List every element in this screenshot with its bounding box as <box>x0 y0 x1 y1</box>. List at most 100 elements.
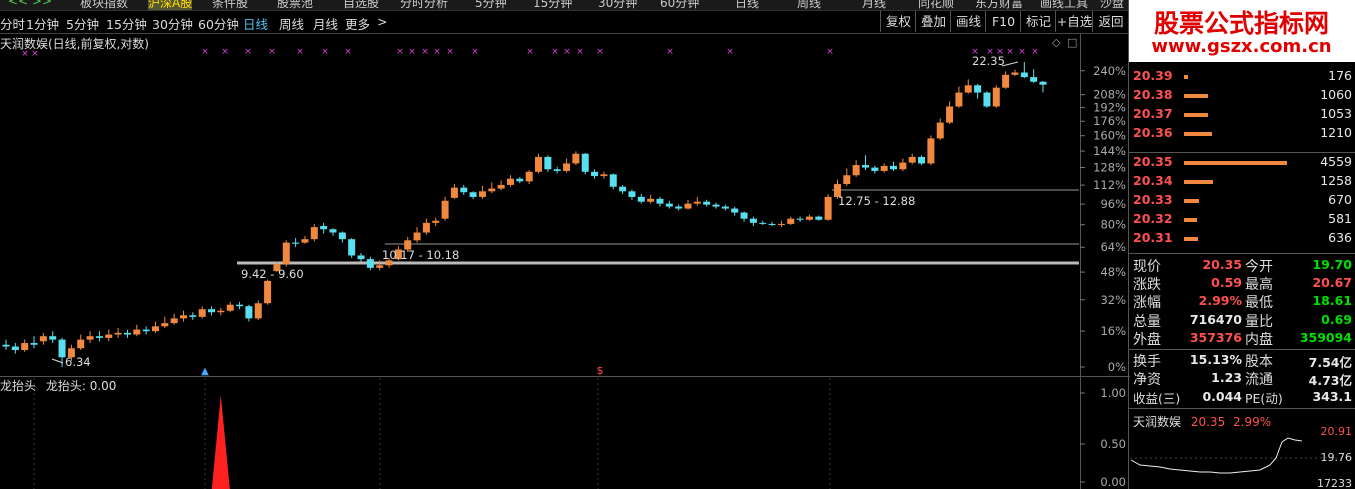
stat-value: 343.1 <box>1312 389 1352 404</box>
candle-body <box>721 206 729 209</box>
cross-marker: × <box>666 47 674 57</box>
order-book-row[interactable]: 20.39 176 <box>1130 67 1355 86</box>
order-book-row[interactable]: 20.37 1053 <box>1130 105 1355 124</box>
candle-body <box>114 332 122 335</box>
indicator-tick: 0.00 <box>1100 475 1126 489</box>
candle-body <box>974 85 982 93</box>
stat-row: 现价 20.35 今开 19.70 <box>1130 256 1355 275</box>
order-price: 20.33 <box>1133 192 1173 207</box>
candle-body <box>1002 74 1010 88</box>
y-tick-label: 112% <box>1093 178 1126 192</box>
order-volume: 1053 <box>1320 106 1352 121</box>
order-volume-bar <box>1184 94 1208 98</box>
kline-chart[interactable]: 240% 208%192%176%160%144% 128% 112% 96% 80% 64… <box>0 0 1130 489</box>
candle-body <box>525 171 533 182</box>
candle-body <box>777 223 785 225</box>
candle-body <box>946 106 954 123</box>
candle-body <box>890 165 898 170</box>
stat-value: 20.35 <box>1202 257 1242 272</box>
candle-body <box>282 242 290 265</box>
cross-marker: × <box>1031 47 1039 57</box>
indicator-name: 龙抬头 <box>0 379 37 393</box>
indicator-tick: 0.50 <box>1100 437 1126 451</box>
stat-label: 量比 <box>1245 314 1273 330</box>
candle-body <box>749 218 757 223</box>
stat-label: PE(动) <box>1245 391 1283 406</box>
candle-body <box>1020 72 1028 78</box>
stat-label: 流通 <box>1245 372 1273 388</box>
candle-body <box>983 92 991 107</box>
stat-value: 20.67 <box>1312 275 1352 290</box>
stat-value: 1.23 <box>1211 370 1242 385</box>
candle-body <box>712 204 720 207</box>
indicator-y-axis: 1.00 0.50 0.00 <box>1080 386 1126 489</box>
indicator-title: 龙抬头 龙抬头: 0.00 <box>0 377 116 394</box>
candle-body <box>310 227 318 240</box>
candle-body <box>535 156 543 172</box>
y-tick-label: 192% <box>1093 101 1126 115</box>
candle-body <box>2 344 10 347</box>
candle-body <box>637 196 645 202</box>
order-volume-bar <box>1184 180 1213 184</box>
candle-body <box>236 304 244 307</box>
candle-body <box>264 280 272 304</box>
order-book-row[interactable]: 20.35 4559 <box>1130 153 1355 172</box>
signal-mark: $ <box>597 364 604 377</box>
candle-body <box>768 223 776 225</box>
order-book-row[interactable]: 20.34 1258 <box>1130 172 1355 191</box>
candle-body <box>581 153 589 172</box>
order-price: 20.32 <box>1133 211 1173 226</box>
stat-value: 357376 <box>1189 330 1242 345</box>
order-book-row[interactable]: 20.31 636 <box>1130 229 1355 248</box>
y-axis: 240% 208%192%176%160%144% 128% 112% 96% 80% 64… <box>1080 64 1126 374</box>
candle-body <box>226 304 234 311</box>
candle-body <box>852 165 860 176</box>
candle-body <box>609 174 617 187</box>
candle-body <box>703 201 711 205</box>
stat-label: 涨跌 <box>1133 277 1161 293</box>
stat-value: 19.70 <box>1312 257 1352 272</box>
candle-body <box>544 156 552 170</box>
candles <box>2 62 1047 367</box>
candle-body <box>628 191 636 197</box>
candle-body <box>208 309 216 313</box>
order-volume-bar <box>1184 75 1188 79</box>
candle-body <box>441 200 449 219</box>
mini-intraday-chart[interactable]: 天润数娱 20.35 2.99% 20.91 19.76 17233 <box>1130 410 1355 489</box>
y-tick-label: 144% <box>1093 144 1126 158</box>
cross-marker: × <box>1006 47 1014 57</box>
high-label: 22.35 <box>972 54 1005 68</box>
indicator-tick: 1.00 <box>1100 386 1126 400</box>
candle-body <box>516 178 524 182</box>
stat-label: 净资 <box>1133 372 1161 388</box>
order-price: 20.31 <box>1133 230 1173 245</box>
candle-body <box>497 184 505 189</box>
candle-body <box>413 232 421 241</box>
stat-label: 今开 <box>1245 259 1273 275</box>
cross-marker: × <box>471 47 479 57</box>
order-volume: 4559 <box>1320 154 1352 169</box>
order-book-row[interactable]: 20.32 581 <box>1130 210 1355 229</box>
candle-body <box>600 174 608 177</box>
y-tick-label: 160% <box>1093 129 1126 143</box>
candle-body <box>432 220 440 223</box>
cross-marker: × <box>221 47 229 57</box>
candle-body <box>86 336 94 340</box>
candle-body <box>198 309 206 317</box>
order-book-row[interactable]: 20.36 1210 <box>1130 124 1355 143</box>
cross-marker: × <box>201 47 209 57</box>
stat-label: 换手 <box>1133 354 1161 370</box>
stat-label: 外盘 <box>1133 332 1161 348</box>
y-tick-label: 32% <box>1100 293 1126 307</box>
candle-body <box>927 138 935 164</box>
candle-body <box>918 156 926 164</box>
order-book-row[interactable]: 20.33 670 <box>1130 191 1355 210</box>
cross-marker: × <box>296 47 304 57</box>
candle-body <box>217 310 225 313</box>
order-book-row[interactable]: 20.38 1060 <box>1130 86 1355 105</box>
candle-body <box>95 336 103 338</box>
candle-body <box>348 239 356 256</box>
y-tick-label: 0% <box>1108 360 1126 374</box>
candle-body <box>572 153 580 164</box>
y-tick-label: 48% <box>1100 265 1126 279</box>
